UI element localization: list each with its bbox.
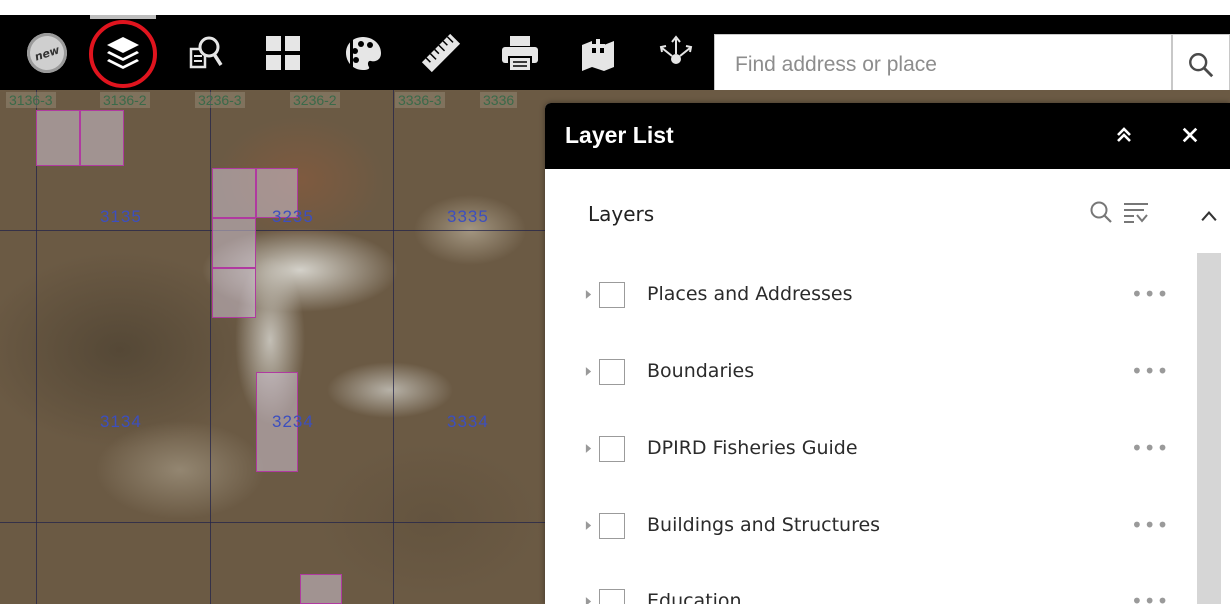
printer-icon [502,35,538,72]
layer-row[interactable]: DPIRD Fisheries Guide ••• [545,419,1185,479]
close-icon [1182,127,1198,143]
map-tile-overlay [80,110,124,166]
map-tile-overlay [212,218,256,268]
map-tile-label: 3336 [480,92,518,108]
search-icon [1189,53,1214,78]
expand-arrow-icon[interactable] [583,283,593,305]
map-tile-label: 3135 [100,207,142,226]
new-badge-text: new [32,42,62,63]
search-document-icon [189,36,223,68]
expand-arrow-icon[interactable] [583,360,593,382]
layer-row[interactable]: Education ••• [545,572,1185,604]
layer-label: Places and Addresses [647,283,853,305]
new-badge-icon: new [21,27,73,78]
print-button[interactable] [487,15,553,90]
layer-list-button[interactable] [90,15,156,90]
layer-label: Boundaries [647,360,755,382]
map-tile-label: 3336-3 [395,92,445,108]
map-tile-label: 3236-2 [290,92,340,108]
map-tile-label: 3234 [272,412,314,431]
grid-line [0,230,545,231]
more-options-button[interactable]: ••• [1131,591,1169,604]
map-tile-label: 3236-3 [195,92,245,108]
search-layers-button[interactable] [1088,199,1114,225]
close-panel-button[interactable] [1175,120,1205,150]
search-field[interactable] [714,34,1172,96]
expand-arrow-icon[interactable] [583,590,593,604]
scrollbar[interactable] [1197,253,1221,604]
map-tile-label: 3235 [272,207,314,226]
grid-line [36,90,37,604]
scroll-up-button[interactable] [1197,201,1221,231]
main-toolbar: new [0,15,1230,96]
draw-button[interactable] [330,15,396,90]
top-margin [0,0,1230,15]
map-tile-label: 3136-3 [6,92,56,108]
grid-line [0,522,545,523]
layer-checkbox[interactable] [599,359,625,385]
map-tile-overlay [212,168,256,218]
panel-title: Layer List [565,122,674,148]
double-chevron-up-icon [1117,127,1131,142]
expand-arrow-icon[interactable] [583,437,593,459]
more-options-button[interactable]: ••• [1131,515,1169,535]
add-data-icon [582,38,614,71]
query-button[interactable] [172,15,238,90]
layer-list-panel: Layer List Layers Places and Addresses •… [545,103,1230,604]
expand-arrow-icon[interactable] [583,514,593,536]
layer-checkbox[interactable] [599,513,625,539]
chevron-up-icon [1201,211,1217,221]
layer-checkbox[interactable] [599,589,625,604]
map-tile-overlay [212,268,256,318]
collapse-panel-button[interactable] [1109,120,1139,150]
more-options-button[interactable]: ••• [1131,284,1169,304]
map-tile-label: 3335 [447,207,489,226]
map-tile-label: 3134 [100,412,142,431]
map-tile-overlay [36,110,80,166]
map-tile-label: 3136-2 [100,92,150,108]
layer-row[interactable]: Boundaries ••• [545,342,1185,402]
filter-list-icon [1124,203,1148,223]
add-data-button[interactable] [565,15,631,90]
whats-new-button[interactable]: new [14,15,80,90]
measurement-button[interactable] [408,15,474,90]
ruler-icon [421,33,461,72]
layer-row[interactable]: Places and Addresses ••• [545,265,1185,325]
map-tile-overlay [300,574,342,604]
layer-label: Buildings and Structures [647,514,881,536]
more-options-button[interactable]: ••• [1131,361,1169,381]
layers-icon [107,36,139,69]
search-icon [1090,201,1112,223]
palette-icon [346,34,381,71]
layer-checkbox[interactable] [599,282,625,308]
map-tile-label: 3334 [447,412,489,431]
layer-row[interactable]: Buildings and Structures ••• [545,496,1185,556]
layers-heading: Layers [588,202,655,226]
search-button[interactable] [1172,34,1230,96]
layers-tools [1088,199,1150,225]
grid-line [210,90,211,604]
share-icon [659,34,693,64]
filter-layers-button[interactable] [1122,199,1150,225]
search-input[interactable] [715,35,1171,95]
basemap-gallery-button[interactable] [250,15,316,90]
grid-icon [266,35,300,70]
layer-checkbox[interactable] [599,436,625,462]
grid-line [393,90,394,604]
share-button[interactable] [643,15,709,90]
layer-label: DPIRD Fisheries Guide [647,437,858,459]
panel-header: Layer List [545,103,1230,169]
layer-label: Education [647,590,742,604]
more-options-button[interactable]: ••• [1131,438,1169,458]
